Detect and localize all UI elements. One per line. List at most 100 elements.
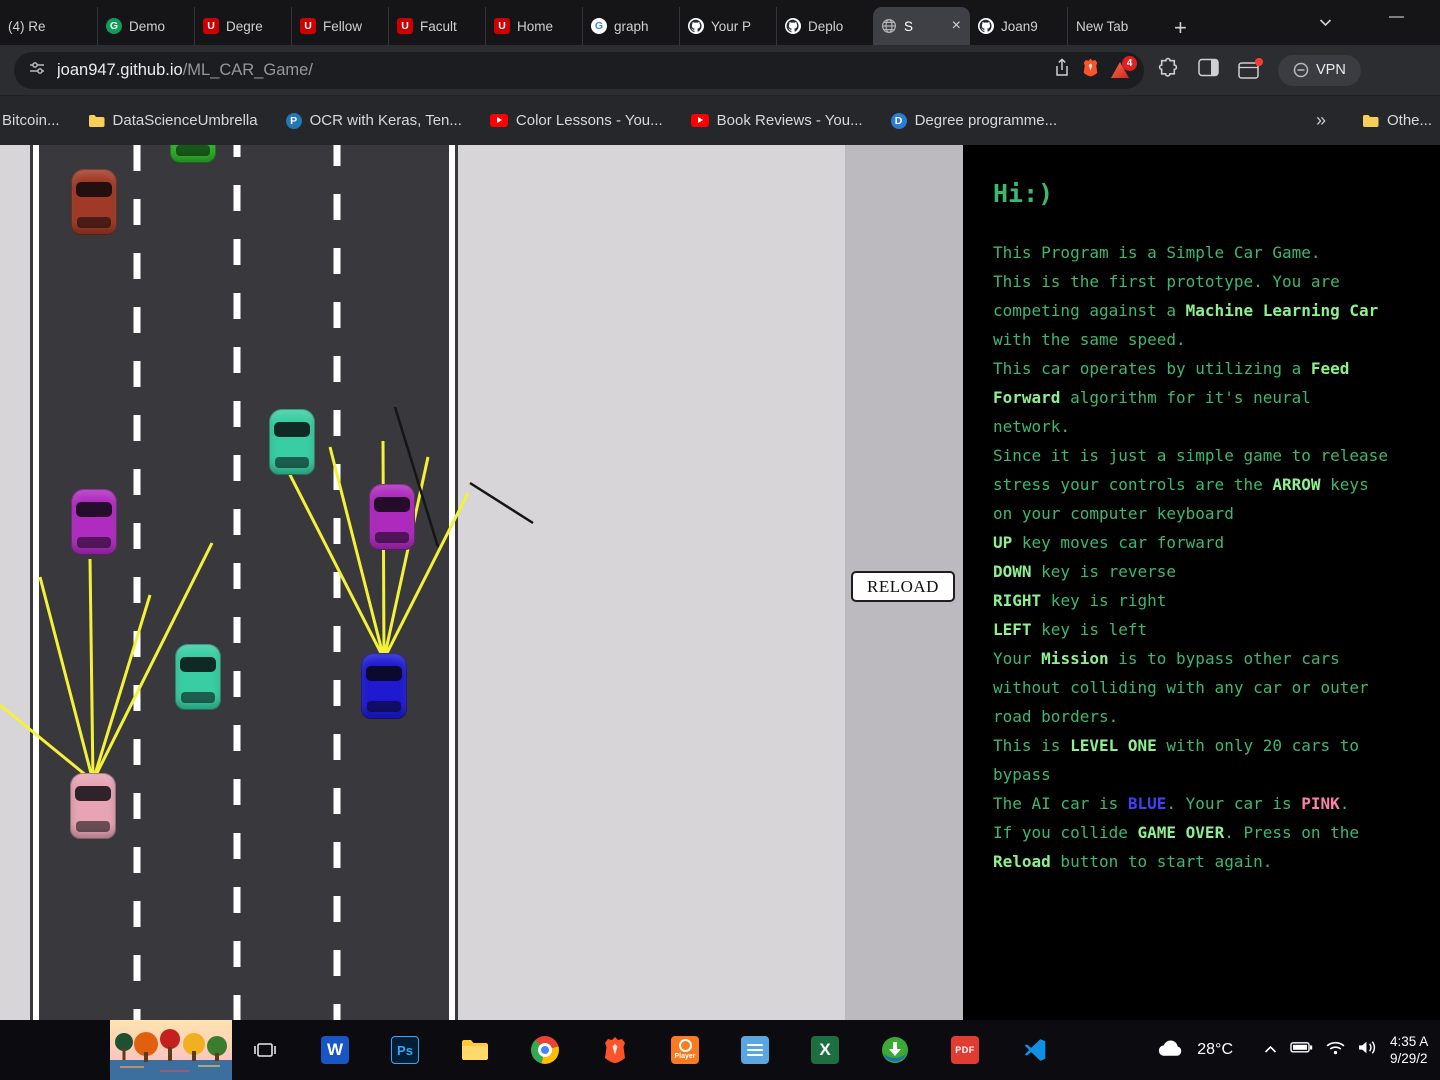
taskbar-vscode[interactable] <box>1020 1035 1050 1065</box>
info-text-highlight: Machine Learning Car <box>1186 301 1379 320</box>
vpn-button[interactable]: VPN <box>1278 55 1361 86</box>
tab-s[interactable]: S× <box>873 7 970 45</box>
car-ai-car-blue <box>361 653 407 719</box>
info-text-segment: key moves car forward <box>1012 533 1224 552</box>
weather-widget-image[interactable] <box>110 1020 232 1080</box>
tab-graph[interactable]: Ggraph <box>582 7 679 45</box>
page-content: RELOAD Hi:) This Program is a Simple Car… <box>0 145 1440 1020</box>
reload-button[interactable]: RELOAD <box>851 571 955 602</box>
tray-chevron-up-icon[interactable] <box>1264 1041 1277 1059</box>
adblock-extension-icon[interactable]: 4 <box>1110 61 1130 79</box>
taskbar-clock[interactable]: 4:35 A 9/29/2 <box>1390 1033 1440 1067</box>
tab-your-p[interactable]: Your P <box>679 7 776 45</box>
car-npc-maroon <box>71 169 117 235</box>
tab-joan9[interactable]: Joan9 <box>970 7 1067 45</box>
info-text-segment: . Your car is <box>1166 794 1301 813</box>
tab-facult[interactable]: UFacult <box>388 7 485 45</box>
car-npc-magenta-1 <box>71 489 117 555</box>
game-canvas[interactable]: RELOAD <box>0 145 963 1020</box>
tab-new-tab[interactable]: New Tab <box>1067 7 1164 45</box>
info-text-highlight: ARROW <box>1272 475 1320 494</box>
tab-search-chevron-down-icon[interactable] <box>1319 14 1332 32</box>
tab-degre[interactable]: U Degre <box>194 7 291 45</box>
taskbar-file-explorer[interactable] <box>460 1035 490 1065</box>
tab-home[interactable]: UHome <box>485 7 582 45</box>
tab-label: Home <box>517 19 574 34</box>
taskbar-download-manager[interactable] <box>880 1035 910 1065</box>
battery-icon[interactable] <box>1290 1041 1313 1059</box>
car-npc-green <box>170 145 216 163</box>
browser-toolbar: joan947.github.io/ML_CAR_Game/ 4 <box>0 45 1440 95</box>
info-text-segment: key is reverse <box>1032 562 1177 581</box>
youtube-icon <box>490 114 508 127</box>
taskbar-app-icons: W Ps Player X PDF <box>250 1020 1050 1080</box>
info-text-segment: . Press on the <box>1224 823 1359 842</box>
taskbar-task-view[interactable] <box>250 1035 280 1065</box>
tab-label: Degre <box>226 19 283 34</box>
bookmark-ocr-with-keras-ten[interactable]: P OCR with Keras, Ten... <box>286 112 462 129</box>
tab-fellow[interactable]: UFellow <box>291 7 388 45</box>
taskbar-word[interactable]: W <box>320 1035 350 1065</box>
site-settings-icon[interactable] <box>28 59 46 82</box>
github-icon <box>978 18 994 34</box>
tab-label: Joan9 <box>1001 19 1059 34</box>
tab-demo[interactable]: GDemo <box>97 7 194 45</box>
url-path: /ML_CAR_Game/ <box>183 61 313 79</box>
chrome-icon <box>531 1036 559 1064</box>
taskbar-media-player[interactable]: Player <box>670 1035 700 1065</box>
folder-icon <box>88 114 105 128</box>
bookmark-label: Book Reviews - You... <box>717 112 863 129</box>
road-graphics <box>0 145 963 1020</box>
car-npc-magenta-2 <box>369 484 415 550</box>
bookmark-degree-programme[interactable]: DDegree programme... <box>891 112 1058 129</box>
tab-label: (4) Re <box>8 19 89 34</box>
share-icon[interactable] <box>1053 58 1071 82</box>
tab-4-re[interactable]: (4) Re <box>0 7 97 45</box>
taskbar-chrome[interactable] <box>530 1035 560 1065</box>
info-text-highlight: Mission <box>1041 649 1108 668</box>
bookmark-label: OCR with Keras, Ten... <box>310 112 462 129</box>
other-bookmarks-label: Othe... <box>1387 112 1432 129</box>
github-icon <box>785 18 801 34</box>
sensor-ray <box>383 441 384 659</box>
vpn-label: VPN <box>1316 62 1346 78</box>
address-bar[interactable]: joan947.github.io/ML_CAR_Game/ 4 <box>14 52 1144 89</box>
bookmarks-overflow-chevron[interactable]: » <box>1308 110 1334 131</box>
url-text[interactable]: joan947.github.io/ML_CAR_Game/ <box>57 61 313 80</box>
folder-icon <box>1362 114 1379 128</box>
utah-u-icon: U <box>203 18 219 34</box>
window-minimize-button[interactable]: — <box>1389 8 1404 25</box>
tab-label: S <box>904 19 944 34</box>
other-bookmarks-folder[interactable]: Othe... <box>1362 112 1440 129</box>
file-explorer-icon <box>461 1038 489 1062</box>
browser-window-notification-icon[interactable] <box>1238 61 1259 80</box>
tab-deplo[interactable]: Deplo <box>776 7 873 45</box>
wifi-icon[interactable] <box>1326 1041 1345 1060</box>
bookmark-datascienceumbrella[interactable]: DataScienceUmbrella <box>88 112 258 129</box>
taskbar-notes[interactable] <box>740 1035 770 1065</box>
bookmark-bitcoin[interactable]: Bitcoin... <box>2 112 60 129</box>
brave-shields-icon[interactable] <box>1082 58 1099 82</box>
d-circle-icon: D <box>891 113 907 129</box>
extensions-puzzle-icon[interactable] <box>1158 57 1179 83</box>
sidebar-toggle-icon[interactable] <box>1198 58 1219 82</box>
bookmark-color-lessons-you[interactable]: Color Lessons - You... <box>490 112 663 129</box>
tab-label: Demo <box>129 19 186 34</box>
p-circle-icon: P <box>286 113 302 129</box>
new-tab-button[interactable]: + <box>1164 17 1199 45</box>
taskbar-photoshop[interactable]: Ps <box>390 1035 420 1065</box>
notification-dot <box>1255 58 1263 66</box>
taskbar-pdf[interactable]: PDF <box>950 1035 980 1065</box>
weather-cloud-icon[interactable] <box>1157 1038 1184 1062</box>
instructions-panel: Hi:) This Program is a Simple Car Game. … <box>963 145 1440 1020</box>
temperature-readout[interactable]: 28°C <box>1197 1041 1233 1059</box>
info-text-segment: button to start again. <box>1051 852 1273 871</box>
url-domain: joan947.github.io <box>57 61 183 79</box>
taskbar-excel[interactable]: X <box>810 1035 840 1065</box>
taskbar-brave[interactable] <box>600 1035 630 1065</box>
utah-u-icon: U <box>300 18 316 34</box>
bookmark-book-reviews-you[interactable]: Book Reviews - You... <box>691 112 863 129</box>
speaker-icon[interactable] <box>1358 1040 1377 1060</box>
clock-time: 4:35 A <box>1390 1034 1428 1049</box>
tab-close-icon[interactable]: × <box>951 18 962 34</box>
